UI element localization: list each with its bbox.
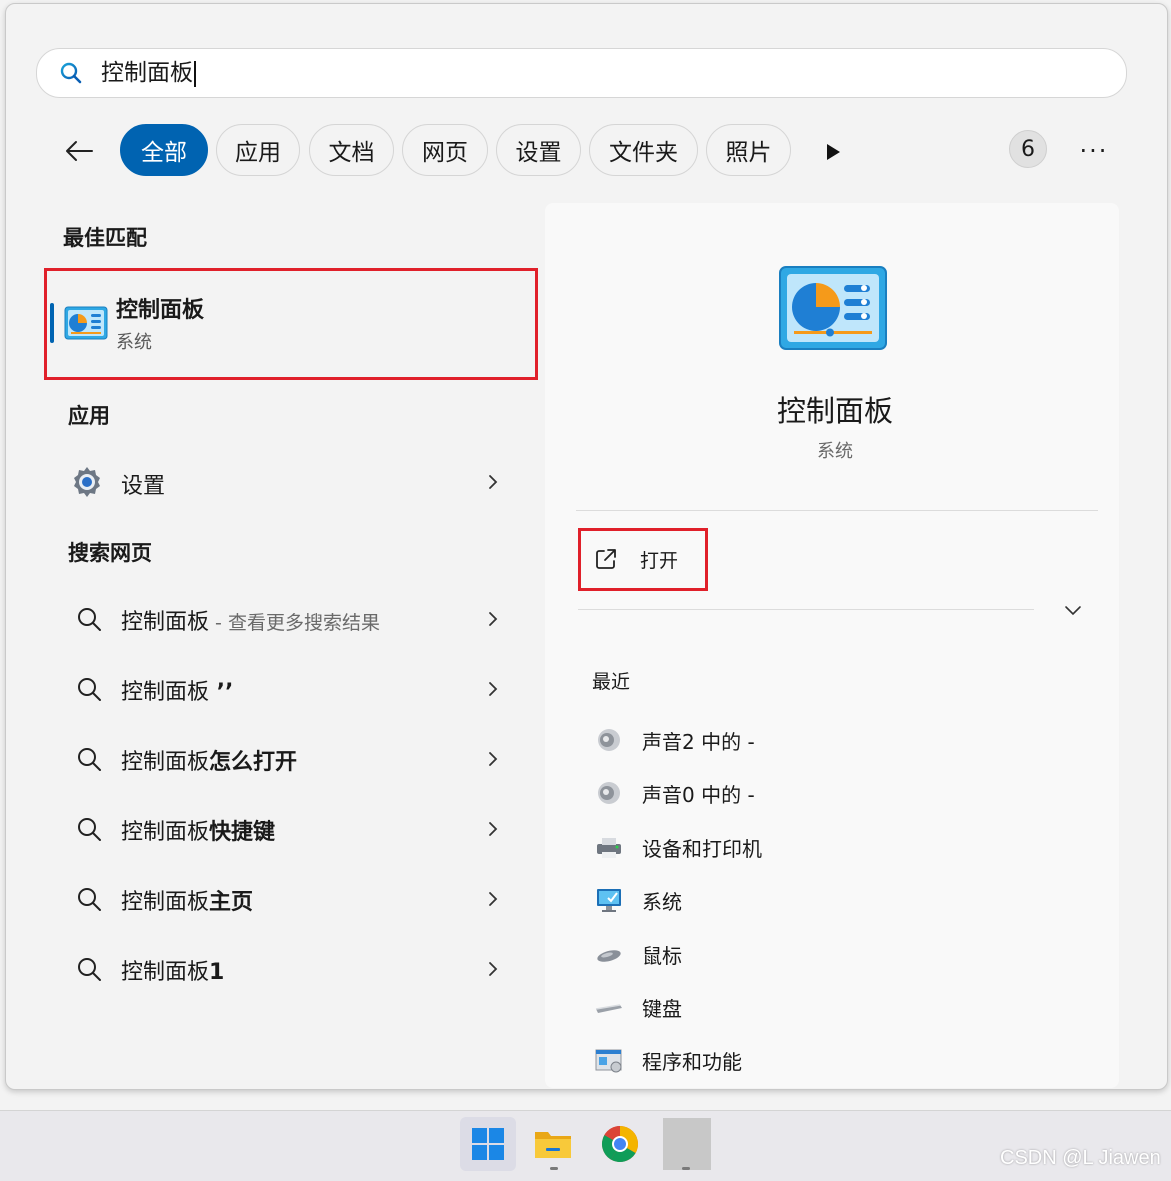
points-badge[interactable]: 6 [1009,130,1047,168]
watermark: CSDN @L Jiawen [1000,1147,1161,1169]
chevron-right-icon [489,962,498,976]
recent-item-devices-printers[interactable]: 设备和打印机 [592,827,762,867]
recent-item-system[interactable]: 系统 [592,880,682,920]
programs-icon [595,1049,622,1073]
app-result-label: 设置 [121,474,166,499]
back-button[interactable] [56,128,102,174]
search-icon [78,678,101,701]
search-icon [78,958,101,981]
arrow-left-icon [66,141,93,161]
blank-app-button[interactable] [659,1117,715,1171]
apps-heading: 应用 [68,404,110,428]
chevron-right-icon [489,682,498,696]
best-match-subtitle: 系统 [116,332,152,353]
detail-subtitle: 系统 [817,441,853,462]
search-icon [78,888,101,911]
tab-documents[interactable]: 文档 [309,124,394,176]
best-match-result[interactable] [44,268,538,380]
play-icon [827,144,840,160]
gear-icon [74,467,100,497]
blank-app-icon [663,1118,711,1170]
recent-item-label: 声音0 中的 - [642,782,755,807]
web-result-label: 控制面板主页 [121,890,254,915]
start-icon [472,1128,504,1160]
chevron-right-icon [489,475,498,489]
speaker-icon [598,729,620,751]
chevron-right-icon [489,752,498,766]
file-explorer-icon [535,1132,571,1158]
file-explorer-button[interactable] [525,1117,581,1171]
mouse-icon [597,950,621,962]
search-icon [60,62,82,84]
chevron-right-icon [489,612,498,626]
open-action-label: 打开 [640,550,679,572]
web-result-item[interactable]: 控制面板1 [60,944,520,994]
chrome-button[interactable] [592,1117,648,1171]
tab-all[interactable]: 全部 [120,124,208,176]
recent-item-mouse[interactable]: 鼠标 [592,934,682,974]
recent-item-label: 设备和打印机 [642,836,762,861]
web-result-item[interactable]: 控制面板 - 查看更多搜索结果 [60,594,520,644]
tab-settings[interactable]: 设置 [496,124,581,176]
recent-heading: 最近 [592,671,631,693]
chevron-right-icon [489,822,498,836]
control-panel-icon [64,306,108,340]
start-button[interactable] [460,1117,516,1171]
web-result-label: 控制面板 ’’ [121,680,234,705]
keyboard-icon [595,1004,622,1013]
running-indicator [682,1167,690,1170]
detail-title: 控制面板 [776,394,893,428]
printer-icon [597,838,621,858]
divider [578,609,1034,610]
selection-indicator [50,303,54,343]
web-result-label: 控制面板快捷键 [121,820,276,845]
best-match-heading: 最佳匹配 [63,226,147,250]
web-search-heading: 搜索网页 [68,541,152,565]
expand-actions-button[interactable] [1062,600,1084,620]
tab-web[interactable]: 网页 [402,124,488,176]
search-box[interactable]: 控制面板 [36,48,1127,98]
search-icon [78,748,101,771]
recent-item-label: 程序和功能 [642,1049,742,1074]
web-result-item[interactable]: 控制面板快捷键 [60,804,520,854]
control-panel-icon [779,266,887,350]
tab-folders[interactable]: 文件夹 [589,124,698,176]
web-result-item[interactable]: 控制面板 ’’ [60,664,520,714]
search-icon [78,608,101,631]
web-result-label: 控制面板怎么打开 [121,750,298,775]
web-result-item[interactable]: 控制面板主页 [60,874,520,924]
tab-apps[interactable]: 应用 [216,124,300,176]
tab-photos[interactable]: 照片 [706,124,791,176]
monitor-icon [597,889,621,912]
recent-item-sound0[interactable]: 声音0 中的 - [592,773,755,813]
divider [576,510,1098,511]
chevron-down-icon [1065,606,1081,616]
recent-item-label: 鼠标 [642,943,682,968]
web-result-label: 控制面板 - 查看更多搜索结果 [121,610,380,635]
scroll-right-button[interactable] [818,137,848,167]
search-input[interactable]: 控制面板 [101,58,196,88]
text-caret [194,60,196,87]
search-icon [78,818,101,841]
taskbar [0,1110,1171,1181]
recent-item-label: 键盘 [642,996,682,1021]
app-result-settings[interactable]: 设置 [60,458,520,508]
recent-item-programs-features[interactable]: 程序和功能 [592,1040,742,1080]
web-result-item[interactable]: 控制面板怎么打开 [60,734,520,784]
web-result-label: 控制面板1 [121,960,225,985]
speaker-icon [598,782,620,804]
best-match-title: 控制面板 [116,298,205,323]
recent-item-sound2[interactable]: 声音2 中的 - [592,720,755,760]
recent-item-label: 声音2 中的 - [642,729,755,754]
running-indicator [550,1167,558,1170]
recent-item-label: 系统 [642,889,682,914]
more-options-button[interactable]: ··· [1074,136,1114,166]
chrome-icon [601,1126,638,1163]
open-external-icon [596,549,616,569]
chevron-right-icon [489,892,498,906]
recent-item-keyboard[interactable]: 键盘 [592,987,682,1027]
